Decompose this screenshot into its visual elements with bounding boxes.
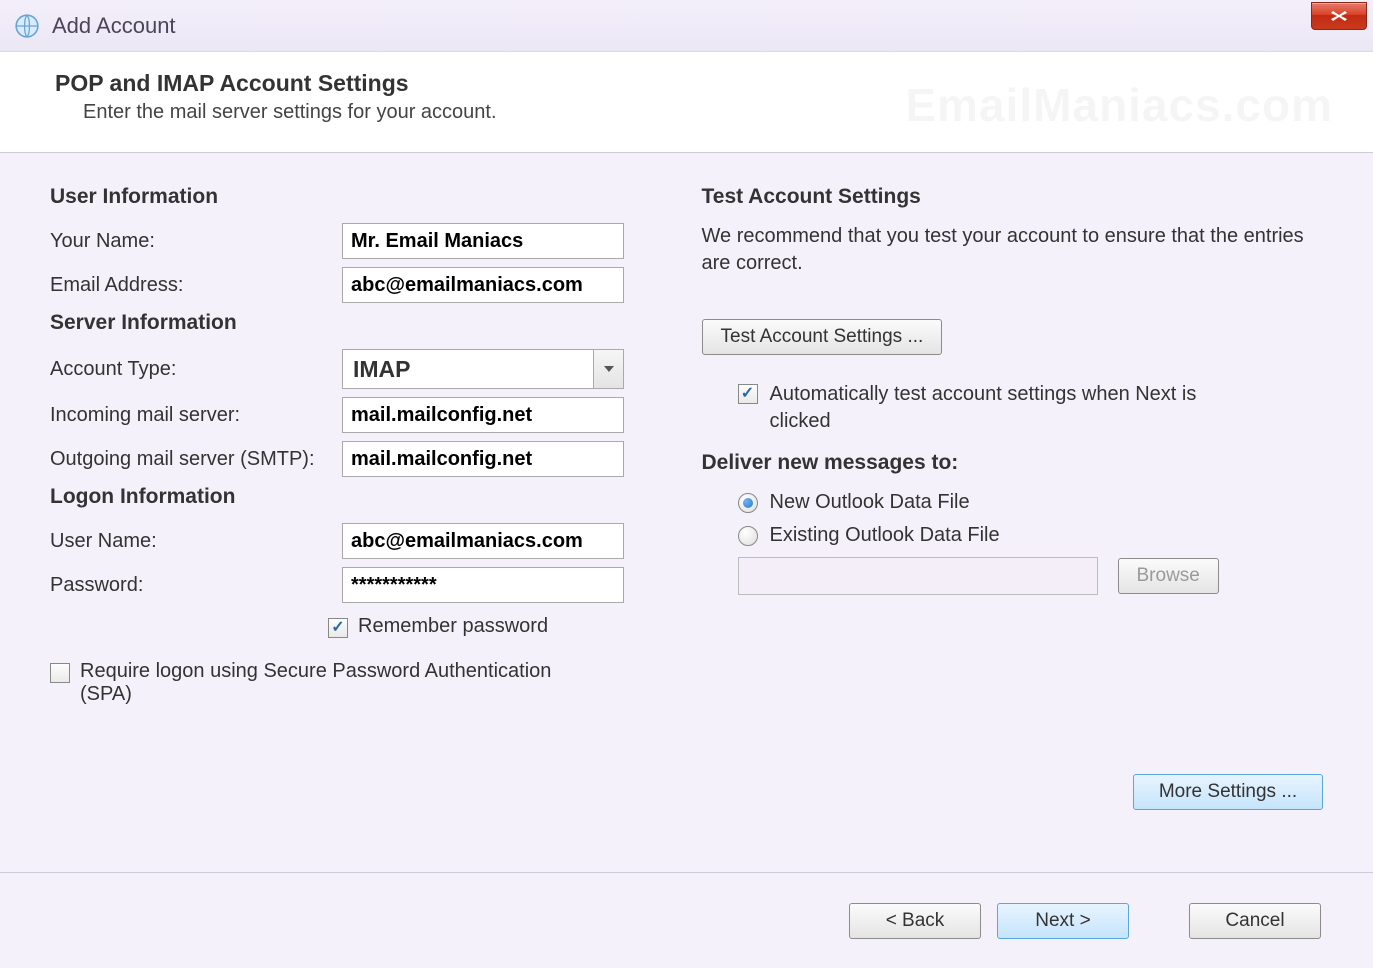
password-input[interactable]: [342, 567, 624, 603]
incoming-server-label: Incoming mail server:: [50, 404, 342, 427]
logon-info-heading: Logon Information: [50, 485, 672, 509]
incoming-server-input[interactable]: [342, 397, 624, 433]
watermark: EmailManiacs.com: [905, 78, 1333, 132]
outgoing-server-input[interactable]: [342, 441, 624, 477]
account-type-value: IMAP: [343, 356, 593, 383]
titlebar: Add Account: [0, 0, 1373, 52]
your-name-label: Your Name:: [50, 230, 342, 253]
spa-checkbox[interactable]: [50, 663, 70, 683]
back-button[interactable]: < Back: [849, 903, 981, 939]
email-address-label: Email Address:: [50, 274, 342, 297]
user-info-heading: User Information: [50, 185, 672, 209]
header: POP and IMAP Account Settings Enter the …: [0, 52, 1373, 153]
outgoing-server-label: Outgoing mail server (SMTP):: [50, 448, 342, 471]
next-button[interactable]: Next >: [997, 903, 1129, 939]
left-column: User Information Your Name: Email Addres…: [50, 185, 672, 862]
window-title: Add Account: [52, 13, 176, 39]
existing-data-file-label: Existing Outlook Data File: [770, 524, 1000, 547]
server-info-heading: Server Information: [50, 311, 672, 335]
close-icon: [1330, 10, 1348, 22]
close-button[interactable]: [1311, 2, 1367, 30]
cancel-button[interactable]: Cancel: [1189, 903, 1321, 939]
browse-button: Browse: [1118, 558, 1219, 594]
new-data-file-radio[interactable]: [738, 493, 758, 513]
password-label: Password:: [50, 574, 342, 597]
content: User Information Your Name: Email Addres…: [0, 153, 1373, 872]
user-name-input[interactable]: [342, 523, 624, 559]
right-column: Test Account Settings We recommend that …: [702, 185, 1324, 862]
auto-test-checkbox[interactable]: [738, 384, 758, 404]
test-settings-heading: Test Account Settings: [702, 185, 1324, 209]
auto-test-label: Automatically test account settings when…: [770, 381, 1240, 435]
add-account-dialog: Add Account POP and IMAP Account Setting…: [0, 0, 1373, 968]
account-type-select[interactable]: IMAP: [342, 349, 624, 389]
remember-password-checkbox[interactable]: [328, 618, 348, 638]
existing-data-file-input: [738, 557, 1098, 595]
footer: < Back Next > Cancel: [0, 872, 1373, 968]
your-name-input[interactable]: [342, 223, 624, 259]
test-account-settings-button[interactable]: Test Account Settings ...: [702, 319, 943, 355]
user-name-label: User Name:: [50, 530, 342, 553]
app-icon: [14, 13, 40, 39]
remember-password-label: Remember password: [358, 615, 548, 638]
more-settings-button[interactable]: More Settings ...: [1133, 774, 1323, 810]
account-type-label: Account Type:: [50, 358, 342, 381]
test-settings-text: We recommend that you test your account …: [702, 223, 1324, 277]
chevron-down-icon: [593, 350, 623, 388]
spa-label: Require logon using Secure Password Auth…: [80, 660, 600, 706]
email-address-input[interactable]: [342, 267, 624, 303]
existing-data-file-radio[interactable]: [738, 526, 758, 546]
deliver-heading: Deliver new messages to:: [702, 451, 1324, 475]
new-data-file-label: New Outlook Data File: [770, 491, 970, 514]
